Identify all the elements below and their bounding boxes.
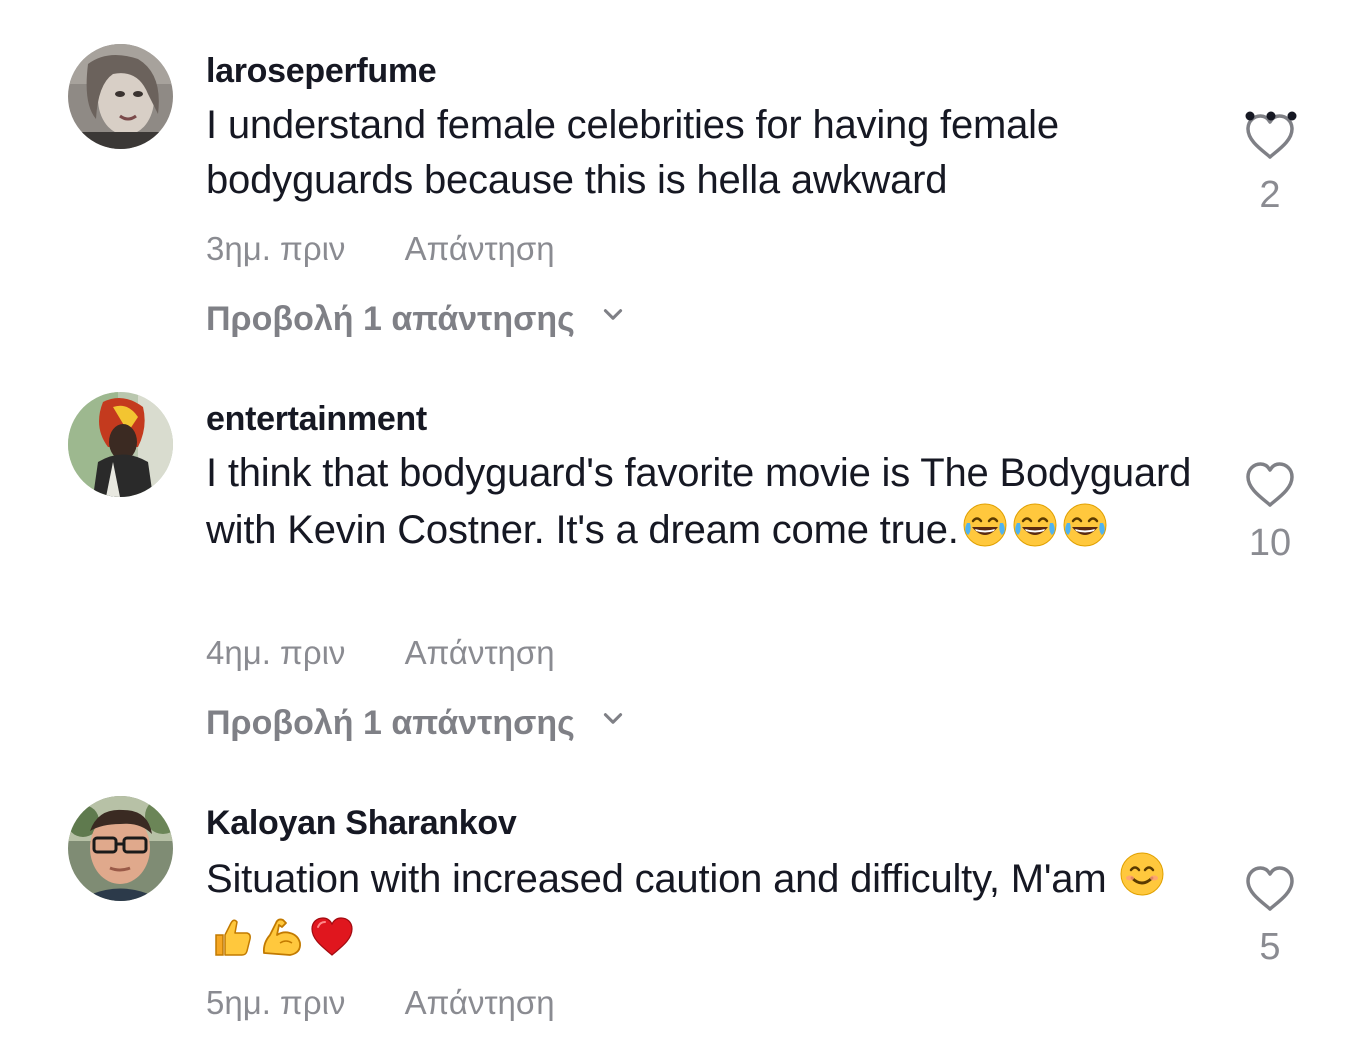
- username[interactable]: laroseperfume: [206, 52, 437, 91]
- like-count: 10: [1248, 522, 1292, 564]
- username[interactable]: entertainment: [206, 400, 427, 439]
- like-button[interactable]: 10: [1242, 458, 1298, 565]
- avatar[interactable]: [68, 392, 173, 497]
- comment-item: laroseperfume I understand female celebr…: [0, 44, 1360, 344]
- avatar[interactable]: [68, 796, 173, 901]
- like-button[interactable]: 2: [1242, 110, 1298, 217]
- flexed-biceps-emoji: [258, 913, 306, 976]
- timestamp: 3ημ. πριν: [206, 230, 346, 267]
- comment-meta: 4ημ. πριν Απάντηση: [206, 634, 555, 672]
- reply-button[interactable]: Απάντηση: [405, 634, 555, 672]
- like-count: 5: [1259, 926, 1281, 968]
- comment-text-content: I understand female celebrities for havi…: [206, 103, 1059, 202]
- reply-button[interactable]: Απάντηση: [405, 984, 555, 1022]
- comment-item: entertainment I think that bodyguard's f…: [0, 392, 1360, 752]
- like-button[interactable]: 5: [1242, 862, 1298, 969]
- heart-outline-icon: [1242, 458, 1298, 514]
- comment-text: I think that bodyguard's favorite movie …: [206, 446, 1196, 564]
- heart-outline-icon: [1242, 110, 1298, 166]
- like-count: 2: [1259, 174, 1281, 216]
- comment-text-content: Situation with increased caution and dif…: [206, 857, 1107, 901]
- comment-meta: 5ημ. πριν Απάντηση: [206, 984, 555, 1022]
- timestamp: 4ημ. πριν: [206, 634, 346, 671]
- comment-text: Situation with increased caution and dif…: [206, 850, 1196, 976]
- joy-emoji: [1011, 501, 1059, 564]
- view-replies-label: Προβολή 1 απάντησης: [206, 300, 575, 338]
- chevron-down-icon: [600, 702, 626, 741]
- joy-emoji: [961, 501, 1009, 564]
- avatar[interactable]: [68, 44, 173, 149]
- heart-outline-icon: [1242, 862, 1298, 918]
- view-replies-button[interactable]: Προβολή 1 απάντησης: [206, 702, 626, 743]
- red-heart-emoji: [308, 913, 356, 976]
- timestamp: 5ημ. πριν: [206, 984, 346, 1021]
- username[interactable]: Kaloyan Sharankov: [206, 804, 517, 843]
- view-replies-label: Προβολή 1 απάντησης: [206, 704, 575, 742]
- chevron-down-icon: [600, 298, 626, 337]
- comment-text: I understand female celebrities for havi…: [206, 98, 1196, 208]
- thumbs-up-emoji: [208, 913, 256, 976]
- reply-button[interactable]: Απάντηση: [405, 230, 555, 268]
- comment-item: Kaloyan Sharankov Situation with increas…: [0, 796, 1360, 1036]
- comment-meta: 3ημ. πριν Απάντηση: [206, 230, 555, 268]
- view-replies-button[interactable]: Προβολή 1 απάντησης: [206, 298, 626, 339]
- joy-emoji: [1061, 501, 1109, 564]
- smiling-emoji: [1118, 850, 1166, 913]
